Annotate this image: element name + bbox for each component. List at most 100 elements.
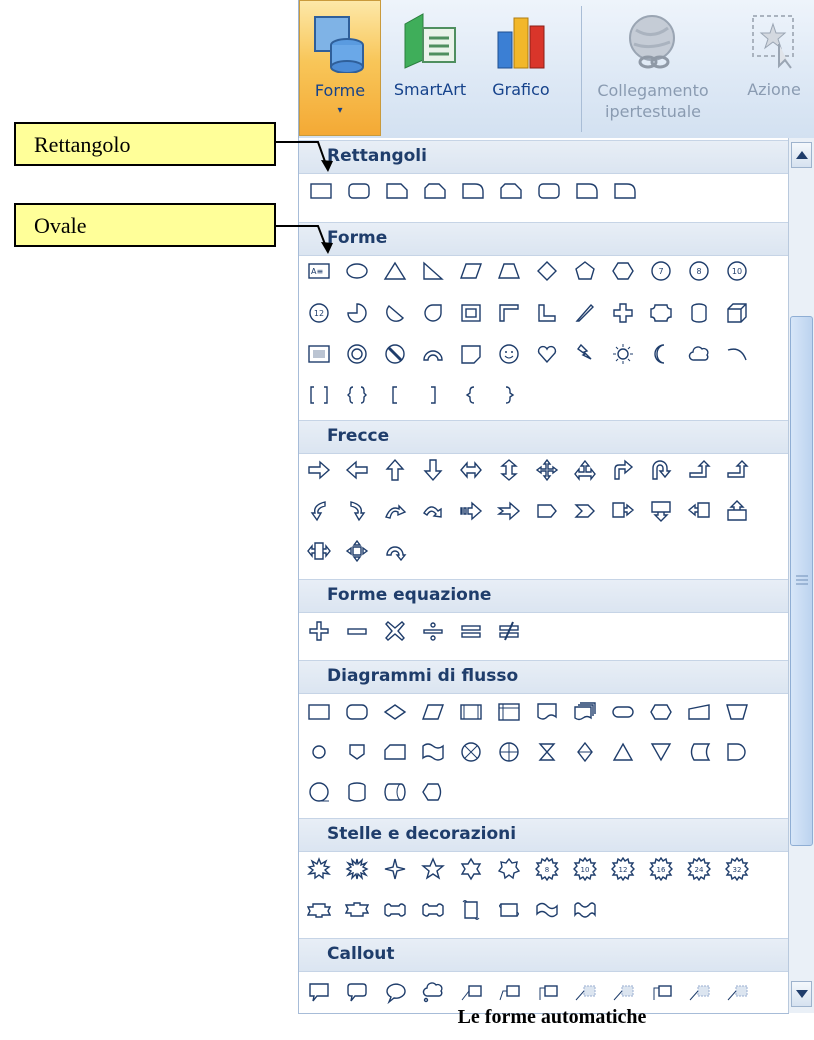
flusso-shape-fColl-icon[interactable] [535,740,559,764]
frecce-shape-cLR-icon[interactable] [307,539,331,563]
forme-shape-cloud-icon[interactable] [687,342,711,366]
frecce-shape-aUturn-icon[interactable] [649,458,673,482]
forme-shape-rbrace-icon[interactable] [497,383,521,407]
forme-shape-arcline-icon[interactable] [725,342,749,366]
forme-shape-donut-icon[interactable] [345,342,369,366]
callout-shape-cCloud-icon[interactable] [421,980,445,1004]
flusso-shape-fMulti-icon[interactable] [573,700,597,724]
callout-shape-cRRect-icon[interactable] [345,980,369,1004]
frecce-shape-aR-icon[interactable] [307,458,331,482]
forme-shape-oval-icon[interactable] [345,259,369,283]
frecce-shape-aCurR-icon[interactable] [345,499,369,523]
stelle-shape-ribbonCU-icon[interactable] [421,898,445,922]
frecce-shape-aQuad-icon[interactable] [535,458,559,482]
rettangoli-shape-rrect-icon[interactable] [537,179,561,203]
forme-shape-diamond-icon[interactable] [535,259,559,283]
flusso-shape-fSum-icon[interactable] [459,740,483,764]
forme-shape-badge-icon[interactable]: 10 [725,259,749,283]
stelle-shape-scrollH-icon[interactable] [497,898,521,922]
flusso-shape-fProc-icon[interactable] [307,700,331,724]
callout-shape-cLine-icon[interactable] [459,980,483,1004]
flusso-shape-fExt-icon[interactable] [611,740,635,764]
frecce-shape-aBent-icon[interactable] [611,458,635,482]
frecce-shape-cU-icon[interactable] [725,499,749,523]
azione-button[interactable]: Azione [729,0,814,136]
forme-shape-textbox-icon[interactable]: A≡ [307,259,331,283]
flusso-shape-fOff-icon[interactable] [345,740,369,764]
equazione-shape-eqEq-icon[interactable] [459,619,483,643]
forme-shape-moon-icon[interactable] [649,342,673,366]
frecce-shape-aCurL-icon[interactable] [307,499,331,523]
forme-button[interactable]: Forme ▾ [299,0,381,136]
forme-shape-noent-icon[interactable] [383,342,407,366]
frecce-shape-penta-icon[interactable] [535,499,559,523]
flusso-shape-fPrep-icon[interactable] [649,700,673,724]
forme-shape-lbrace-icon[interactable] [459,383,483,407]
stelle-shape-star5-icon[interactable] [421,857,445,881]
callout-shape-cLineD-icon[interactable] [687,980,711,1004]
flusso-shape-fMag-icon[interactable] [345,780,369,804]
stelle-shape-ribbonU-icon[interactable] [345,898,369,922]
forme-shape-rbrack-icon[interactable] [421,383,445,407]
stelle-shape-wave2-icon[interactable] [573,898,597,922]
stelle-shape-starN-icon[interactable]: 10 [573,857,597,881]
forme-shape-lbrack-icon[interactable] [383,383,407,407]
flusso-shape-fSort-icon[interactable] [573,740,597,764]
flusso-shape-fTape-icon[interactable] [421,740,445,764]
forme-shape-rtri-icon[interactable] [421,259,445,283]
flusso-shape-fStored-icon[interactable] [687,740,711,764]
flusso-shape-fDirect-icon[interactable] [383,780,407,804]
frecce-shape-aD-icon[interactable] [421,458,445,482]
equazione-shape-eqMul-icon[interactable] [383,619,407,643]
forme-shape-plus-icon[interactable] [611,301,635,325]
forme-shape-hex-icon[interactable] [611,259,635,283]
grafico-button[interactable]: Grafico [479,0,563,136]
frecce-shape-aLR-icon[interactable] [459,458,483,482]
callout-shape-cRect-icon[interactable] [307,980,331,1004]
frecce-shape-aBentUp-icon[interactable] [725,458,749,482]
flusso-shape-fPre-icon[interactable] [459,700,483,724]
forme-shape-pie-icon[interactable] [345,301,369,325]
rettangoli-shape-round1-icon[interactable] [613,179,637,203]
gallery-scrollbar[interactable] [788,138,814,1013]
flusso-shape-fDoc-icon[interactable] [535,700,559,724]
rettangoli-shape-rect-icon[interactable] [309,179,333,203]
forme-shape-badge-icon[interactable]: 7 [649,259,673,283]
stelle-shape-star6-icon[interactable] [459,857,483,881]
equazione-shape-eqDiv-icon[interactable] [421,619,445,643]
stelle-shape-ribbonC-icon[interactable] [383,898,407,922]
forme-shape-heart-icon[interactable] [535,342,559,366]
equazione-shape-eqPlus-icon[interactable] [307,619,331,643]
rettangoli-shape-rrect-icon[interactable] [347,179,371,203]
frecce-shape-cQuad-icon[interactable] [345,539,369,563]
rettangoli-shape-snip2-icon[interactable] [423,179,447,203]
forme-shape-para-icon[interactable] [459,259,483,283]
forme-shape-cube-icon[interactable] [725,301,749,325]
smartart-button[interactable]: SmartArt [385,0,475,136]
flusso-shape-fConn-icon[interactable] [307,740,331,764]
flusso-shape-fManOp-icon[interactable] [725,700,749,724]
forme-shape-pent-icon[interactable] [573,259,597,283]
flusso-shape-fInt-icon[interactable] [497,700,521,724]
forme-shape-brackpair-icon[interactable] [307,383,331,407]
forme-shape-plaque-icon[interactable] [649,301,673,325]
frecce-shape-aLUp-icon[interactable] [687,458,711,482]
scroll-thumb[interactable] [790,316,813,846]
stelle-shape-burst1-icon[interactable] [307,857,331,881]
stelle-shape-burst2-icon[interactable] [345,857,369,881]
forme-shape-smile-icon[interactable] [497,342,521,366]
rettangoli-shape-snip2-icon[interactable] [499,179,523,203]
flusso-shape-fManIn-icon[interactable] [687,700,711,724]
flusso-shape-fSeq-icon[interactable] [307,780,331,804]
stelle-shape-scrollV-icon[interactable] [459,898,483,922]
forme-shape-lshape-icon[interactable] [535,301,559,325]
flusso-shape-fDec-icon[interactable] [383,700,407,724]
stelle-shape-wave-icon[interactable] [535,898,559,922]
stelle-shape-starN-icon[interactable]: 16 [649,857,673,881]
stelle-shape-star4-icon[interactable] [383,857,407,881]
stelle-shape-starN-icon[interactable]: 12 [611,857,635,881]
stelle-shape-star7-icon[interactable] [497,857,521,881]
rettangoli-shape-round1-icon[interactable] [575,179,599,203]
frecce-shape-chev-icon[interactable] [573,499,597,523]
frecce-shape-circArr-icon[interactable] [383,539,407,563]
